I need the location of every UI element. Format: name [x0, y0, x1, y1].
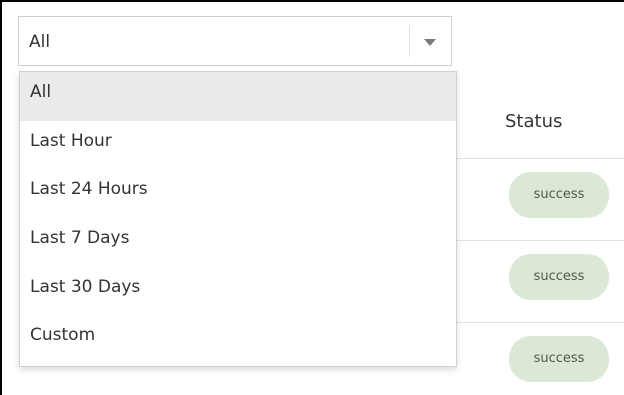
select-divider [409, 25, 410, 57]
time-range-select[interactable]: All [18, 16, 452, 66]
dropdown-option-label: Last 7 Days [30, 228, 130, 249]
app-frame: All Status success success success All L… [0, 0, 624, 395]
time-range-selected-value: All [29, 32, 51, 52]
dropdown-option-all[interactable]: All [20, 72, 456, 121]
dropdown-option-label: Custom [30, 325, 96, 346]
row-divider [447, 240, 624, 241]
status-badge: success [509, 336, 609, 382]
row-divider [447, 322, 624, 323]
dropdown-option-custom[interactable]: Custom [20, 315, 456, 364]
dropdown-option-label: All [30, 82, 52, 102]
status-column-header: Status [505, 111, 563, 132]
row-divider [447, 158, 624, 159]
dropdown-option-label: Last 24 Hours [30, 179, 148, 200]
chevron-down-icon[interactable] [424, 39, 436, 46]
dropdown-option-last-hour[interactable]: Last Hour [20, 121, 456, 170]
status-badge: success [509, 172, 609, 218]
dropdown-option-last-30-days[interactable]: Last 30 Days [20, 267, 456, 316]
dropdown-option-label: Last Hour [30, 130, 112, 151]
dropdown-option-last-7-days[interactable]: Last 7 Days [20, 218, 456, 267]
dropdown-option-label: Last 30 Days [30, 276, 141, 297]
status-badge: success [509, 254, 609, 300]
dropdown-option-last-24-hours[interactable]: Last 24 Hours [20, 169, 456, 218]
time-range-dropdown-menu: All Last Hour Last 24 Hours Last 7 Days … [19, 71, 457, 367]
